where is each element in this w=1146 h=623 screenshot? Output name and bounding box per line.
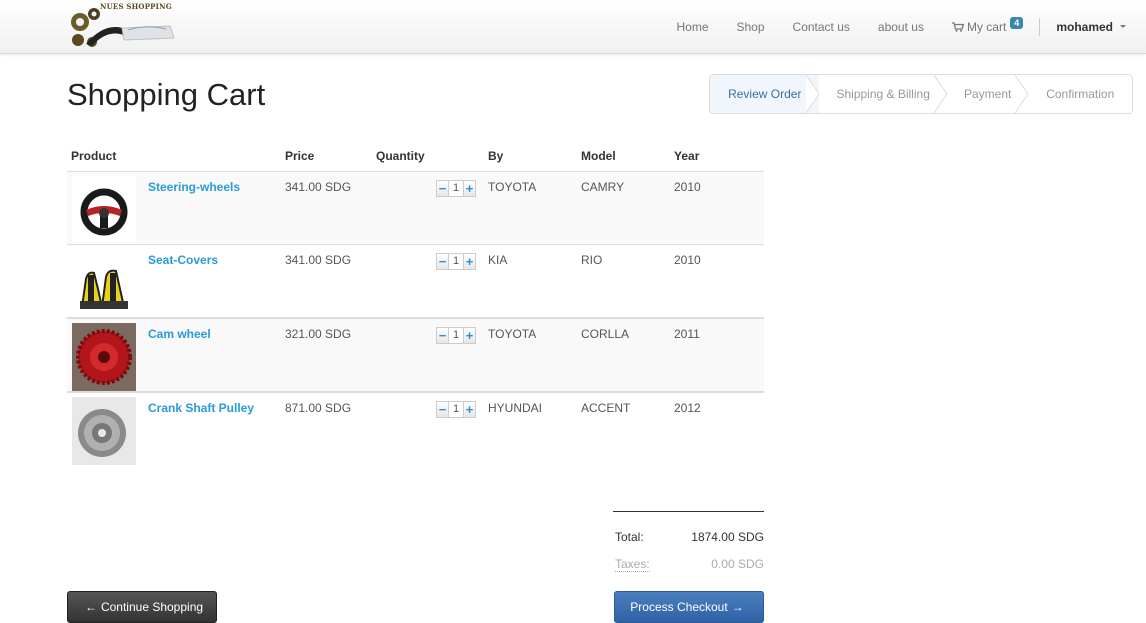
- header-price: Price: [281, 140, 372, 172]
- product-make: TOYOTA: [488, 180, 537, 194]
- increase-quantity-button[interactable]: +: [463, 253, 476, 270]
- header-by: By: [484, 140, 577, 172]
- step-label: Confirmation: [1046, 87, 1115, 101]
- cart-table: Product Price Quantity By Model Year Ste…: [67, 140, 764, 465]
- product-image-cell: [67, 245, 144, 319]
- table-row: Cam wheel 321.00 SDG − 1 + TOYOTA CORLLA…: [67, 318, 764, 392]
- quantity-value[interactable]: 1: [449, 180, 463, 197]
- nav-my-cart[interactable]: My cart 4: [938, 16, 1033, 34]
- header-product: Product: [67, 140, 281, 172]
- logo-text: NUES SHOPPING: [100, 2, 172, 11]
- arrow-right-icon: →: [731, 600, 744, 614]
- table-header-row: Product Price Quantity By Model Year: [67, 140, 764, 172]
- quantity-value[interactable]: 1: [449, 327, 463, 344]
- process-checkout-button[interactable]: Process Checkout →: [614, 591, 764, 623]
- nav-link-about[interactable]: about us: [864, 20, 938, 34]
- product-price: 341.00 SDG: [285, 180, 352, 194]
- nav-divider: [1039, 17, 1041, 36]
- user-menu[interactable]: mohamed: [1046, 20, 1146, 34]
- table-row: Steering-wheels 341.00 SDG − 1 + TOYOTA …: [67, 171, 764, 245]
- arrow-left-icon: ←: [84, 600, 97, 614]
- nav-link-home[interactable]: Home: [662, 20, 722, 34]
- product-link[interactable]: Cam wheel: [148, 327, 211, 341]
- decrease-quantity-button[interactable]: −: [436, 253, 449, 270]
- quantity-stepper: − 1 +: [376, 401, 480, 418]
- product-model: CAMRY: [581, 180, 625, 194]
- step-separator-icon: [806, 75, 821, 113]
- continue-shopping-label: Continue Shopping: [100, 600, 204, 614]
- product-year: 2010: [674, 253, 701, 267]
- product-link[interactable]: Seat-Covers: [148, 253, 218, 267]
- increase-quantity-button[interactable]: +: [463, 180, 476, 197]
- step-shipping-billing[interactable]: Shipping & Billing: [819, 75, 948, 113]
- header-year: Year: [670, 140, 764, 172]
- product-model: CORLLA: [581, 327, 630, 341]
- user-name: mohamed: [1056, 19, 1113, 34]
- table-row: Seat-Covers 341.00 SDG − 1 + KIA RIO 201…: [67, 244, 764, 319]
- product-year: 2011: [674, 327, 700, 341]
- product-year: 2012: [674, 401, 701, 415]
- step-separator-icon: [933, 75, 948, 113]
- increase-quantity-button[interactable]: +: [463, 401, 476, 418]
- product-model: ACCENT: [581, 401, 631, 415]
- process-checkout-label: Process Checkout: [630, 600, 728, 614]
- product-make: HYUNDAI: [488, 401, 543, 415]
- nav-links: Home Shop Contact us about us My cart 4 …: [662, 0, 1146, 53]
- step-review-order[interactable]: Review Order: [710, 75, 821, 113]
- decrease-quantity-button[interactable]: −: [436, 180, 449, 197]
- step-separator-icon: [1015, 75, 1030, 113]
- quantity-value[interactable]: 1: [449, 401, 463, 418]
- cart-count-badge: 4: [1010, 16, 1024, 29]
- product-year: 2010: [674, 180, 701, 194]
- product-make: TOYOTA: [488, 327, 537, 341]
- product-image-cell: [67, 172, 144, 245]
- quantity-stepper: − 1 +: [376, 327, 480, 344]
- total-label: Total:: [615, 530, 644, 544]
- step-payment[interactable]: Payment: [947, 75, 1030, 113]
- product-link[interactable]: Crank Shaft Pulley: [148, 401, 254, 415]
- cam-wheel-icon[interactable]: [71, 323, 136, 391]
- quantity-stepper: − 1 +: [376, 180, 480, 197]
- checkout-steps: Review Order Shipping & Billing Payment …: [709, 74, 1133, 114]
- quantity-stepper: − 1 +: [376, 253, 480, 270]
- decrease-quantity-button[interactable]: −: [436, 401, 449, 418]
- total-value: 1874.00 SDG: [691, 530, 764, 544]
- taxes-label[interactable]: Taxes:: [615, 557, 650, 572]
- navbar: NUES SHOPPING Home Shop Contact us about…: [0, 0, 1146, 54]
- product-link[interactable]: Steering-wheels: [148, 180, 240, 194]
- product-image-cell: [67, 392, 144, 465]
- cart-label: My cart: [966, 19, 1007, 34]
- seat-covers-icon[interactable]: [71, 249, 136, 317]
- step-label: Shipping & Billing: [836, 87, 930, 101]
- product-image-cell: [67, 318, 144, 392]
- shopping-cart-icon: [951, 21, 964, 32]
- product-model: RIO: [581, 253, 603, 267]
- product-price: 871.00 SDG: [285, 401, 352, 415]
- pulley-icon[interactable]: [71, 397, 136, 465]
- step-label: Review Order: [728, 87, 802, 101]
- steering-wheel-icon[interactable]: [71, 176, 136, 244]
- totals-divider: [613, 511, 764, 512]
- nav-link-contact[interactable]: Contact us: [779, 20, 864, 34]
- page-title: Shopping Cart: [67, 77, 266, 112]
- nav-link-shop[interactable]: Shop: [723, 20, 779, 34]
- chevron-down-icon: [1120, 25, 1126, 28]
- product-price: 341.00 SDG: [285, 253, 352, 267]
- quantity-value[interactable]: 1: [449, 253, 463, 270]
- brand-logo[interactable]: NUES SHOPPING: [66, 2, 178, 50]
- table-row: Crank Shaft Pulley 871.00 SDG − 1 + HYUN…: [67, 392, 764, 465]
- product-make: KIA: [488, 253, 508, 267]
- taxes-value: 0.00 SDG: [711, 557, 764, 571]
- header-model: Model: [577, 140, 670, 172]
- decrease-quantity-button[interactable]: −: [436, 327, 449, 344]
- continue-shopping-button[interactable]: ← Continue Shopping: [67, 591, 217, 623]
- header-quantity: Quantity: [372, 140, 484, 172]
- increase-quantity-button[interactable]: +: [463, 327, 476, 344]
- step-confirmation[interactable]: Confirmation: [1028, 75, 1132, 113]
- step-label: Payment: [964, 87, 1012, 101]
- product-price: 321.00 SDG: [285, 327, 352, 341]
